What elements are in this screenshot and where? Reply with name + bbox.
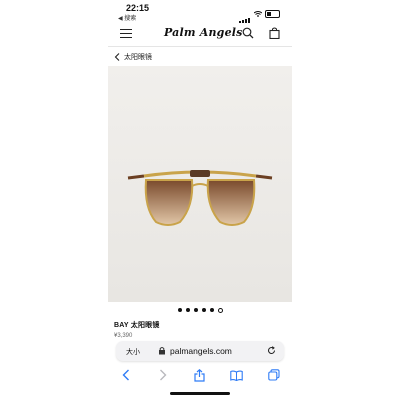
back-to-app-link[interactable]: ◀ 搜索 bbox=[118, 13, 136, 22]
phone-screen: 22:15 ◀ 搜索 Palm Angels 太阳眼镜 BAY 太阳眼镜 ¥3,… bbox=[108, 0, 292, 400]
breadcrumb[interactable]: 太阳眼镜 bbox=[114, 50, 152, 64]
browser-toolbar bbox=[108, 364, 292, 386]
url-text[interactable]: palmangels.com bbox=[170, 346, 232, 356]
product-title: BAY 太阳眼镜 bbox=[114, 322, 160, 329]
gallery-dot[interactable] bbox=[209, 308, 214, 312]
status-time: 22:15 bbox=[126, 3, 150, 13]
hamburger-menu-icon[interactable] bbox=[120, 29, 132, 38]
gallery-dot[interactable] bbox=[201, 308, 206, 312]
shopping-bag-icon[interactable] bbox=[269, 27, 280, 39]
browser-address-bar[interactable]: 大小 palmangels.com bbox=[116, 341, 284, 361]
gallery-dot-active[interactable] bbox=[217, 308, 223, 313]
product-image[interactable] bbox=[108, 66, 292, 302]
bookmarks-button[interactable] bbox=[230, 368, 244, 382]
forward-button[interactable] bbox=[156, 368, 170, 382]
sunglasses-image bbox=[127, 170, 273, 226]
gallery-pagination[interactable] bbox=[108, 308, 292, 313]
book-icon bbox=[230, 370, 244, 381]
search-icon[interactable] bbox=[242, 27, 254, 39]
signal-icon bbox=[239, 5, 251, 23]
status-icons bbox=[239, 5, 280, 23]
header-divider bbox=[108, 46, 292, 47]
breadcrumb-label[interactable]: 太阳眼镜 bbox=[124, 52, 152, 62]
chevron-left-icon[interactable] bbox=[114, 53, 120, 61]
gallery-dot[interactable] bbox=[185, 308, 190, 312]
gallery-dot[interactable] bbox=[193, 308, 198, 312]
tabs-button[interactable] bbox=[267, 368, 281, 382]
brand-logo[interactable]: Palm Angels bbox=[164, 26, 243, 39]
lock-icon bbox=[159, 347, 165, 355]
text-size-button[interactable]: 大小 bbox=[126, 347, 140, 357]
battery-icon bbox=[265, 10, 280, 18]
gallery-dot[interactable] bbox=[177, 308, 182, 312]
chevron-left-icon bbox=[122, 369, 130, 381]
share-icon bbox=[194, 368, 206, 382]
home-indicator[interactable] bbox=[170, 392, 230, 395]
status-bar: 22:15 ◀ 搜索 bbox=[108, 0, 292, 24]
wifi-icon bbox=[254, 11, 262, 17]
share-button[interactable] bbox=[193, 368, 207, 382]
back-button[interactable] bbox=[119, 368, 133, 382]
tabs-icon bbox=[267, 369, 280, 381]
chevron-right-icon bbox=[160, 369, 167, 381]
reload-icon[interactable] bbox=[267, 346, 276, 355]
site-header: Palm Angels bbox=[108, 24, 292, 44]
product-price: ¥3,390 bbox=[114, 333, 133, 339]
